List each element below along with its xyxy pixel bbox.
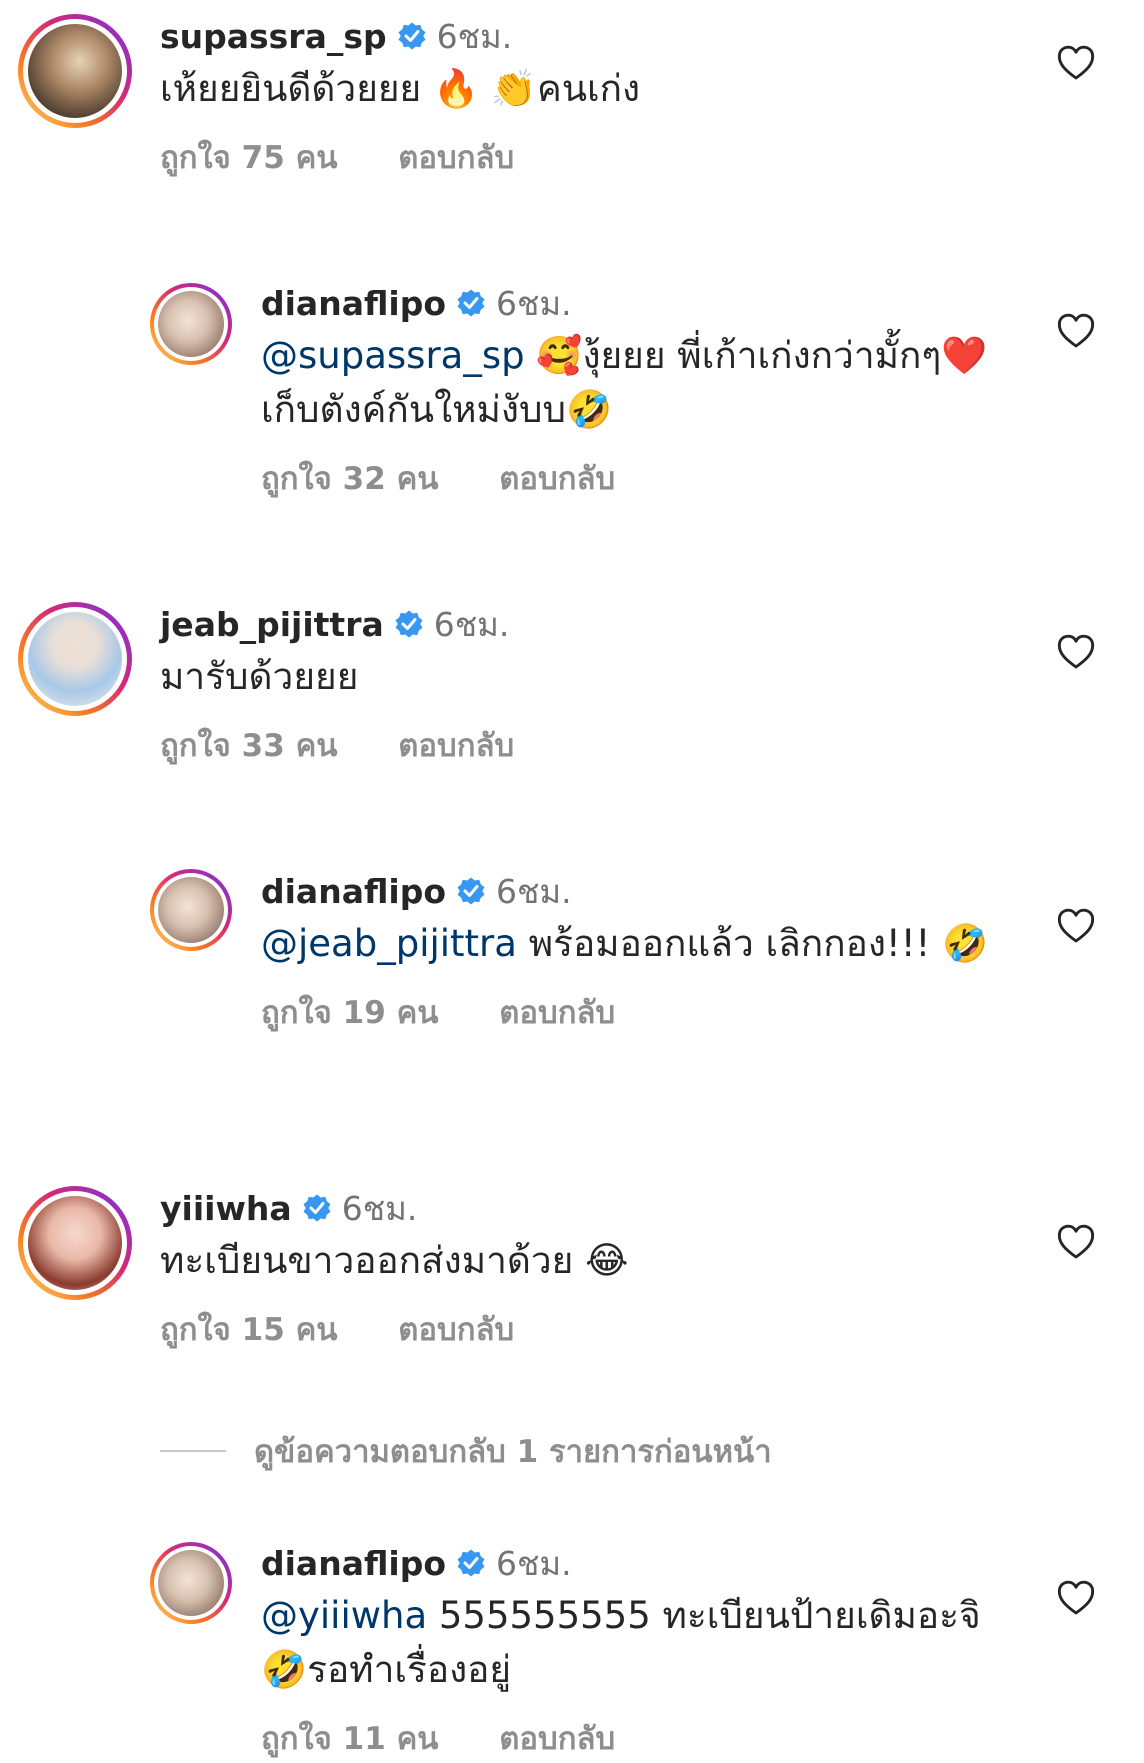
likes-count[interactable]: ถูกใจ 75 คน: [160, 140, 338, 176]
reply-button[interactable]: ตอบกลับ: [499, 995, 615, 1031]
likes-count[interactable]: ถูกใจ 15 คน: [160, 1312, 338, 1348]
rofl-emoji: 🤣: [942, 922, 989, 965]
clapping-hands-emoji: 👏: [490, 67, 537, 110]
heart-outline-icon[interactable]: [1056, 311, 1096, 351]
comment-meta: ถูกใจ 19 คน ตอบกลับ: [261, 987, 994, 1037]
verified-badge-icon: [457, 877, 485, 905]
username[interactable]: dianaflipo: [261, 872, 446, 911]
likes-count[interactable]: ถูกใจ 11 คน: [261, 1721, 439, 1757]
heart-outline-icon[interactable]: [1056, 1222, 1096, 1262]
heart-outline-icon[interactable]: [1056, 1578, 1096, 1618]
likes-count[interactable]: ถูกใจ 33 คน: [160, 728, 338, 764]
verified-badge-icon: [457, 289, 485, 317]
likes-count[interactable]: ถูกใจ 32 คน: [261, 461, 439, 497]
mention-link[interactable]: @yiiiwha: [261, 1594, 427, 1637]
timestamp: 6ชม.: [496, 871, 572, 911]
comment-meta: ถูกใจ 11 คน ตอบกลับ: [261, 1713, 994, 1763]
verified-badge-icon: [457, 1549, 485, 1577]
reply-button[interactable]: ตอบกลับ: [499, 461, 615, 497]
smiling-face-hearts-emoji: 🥰: [536, 334, 583, 377]
timestamp: 6ชม.: [496, 283, 572, 323]
rofl-emoji: 🤣: [565, 388, 613, 431]
fire-emoji: 🔥: [433, 67, 480, 110]
timestamp: 6ชม.: [436, 16, 513, 56]
likes-count[interactable]: ถูกใจ 19 คน: [261, 995, 439, 1031]
comment-text: ทะเบียนขาวออกส่งมาด้วย 😂: [160, 1239, 629, 1282]
username[interactable]: dianaflipo: [261, 284, 446, 323]
divider-line: [160, 1450, 226, 1452]
mention-link[interactable]: @supassra_sp: [261, 334, 525, 377]
view-previous-replies-label: ดูข้อความตอบกลับ 1 รายการก่อนหน้า: [254, 1434, 772, 1470]
username[interactable]: dianaflipo: [261, 1544, 446, 1583]
avatar[interactable]: [150, 1542, 232, 1624]
timestamp: 6ชม.: [341, 1188, 418, 1228]
comment-text: มารับด้วยยย: [160, 655, 359, 698]
comment-text: @jeab_pijittra พร้อมออกแล้ว เลิกกอง!!! 🤣: [261, 922, 989, 965]
verified-badge-icon: [398, 22, 426, 50]
avatar[interactable]: [150, 283, 232, 365]
comment-text: @supassra_sp 🥰งุ้ยยย พี่เก้าเก่งกว่ามั้ก…: [261, 334, 988, 431]
tears-of-joy-emoji: 😂: [585, 1239, 629, 1282]
timestamp: 6ชม.: [433, 604, 510, 644]
comment-text: @yiiiwha 555555555 ทะเบียนป้ายเดิมอะจิ🤣ร…: [261, 1594, 981, 1691]
username[interactable]: yiiiwha: [160, 1189, 292, 1228]
avatar[interactable]: [18, 14, 132, 128]
reply-button[interactable]: ตอบกลับ: [499, 1721, 615, 1757]
avatar[interactable]: [18, 1186, 132, 1300]
timestamp: 6ชม.: [496, 1543, 572, 1583]
heart-outline-icon[interactable]: [1056, 906, 1096, 946]
comment-meta: ถูกใจ 15 คน ตอบกลับ: [160, 1304, 994, 1354]
avatar[interactable]: [150, 869, 232, 951]
verified-badge-icon: [303, 1194, 331, 1222]
reply-button[interactable]: ตอบกลับ: [398, 1312, 514, 1348]
comment-meta: ถูกใจ 75 คน ตอบกลับ: [160, 132, 994, 182]
reply-button[interactable]: ตอบกลับ: [398, 140, 514, 176]
rofl-emoji: 🤣: [261, 1648, 308, 1691]
comment-text: เห้ยยยินดีด้วยยย 🔥 👏คนเก่ง: [160, 67, 641, 110]
comment-meta: ถูกใจ 32 คน ตอบกลับ: [261, 453, 994, 503]
mention-link[interactable]: @jeab_pijittra: [261, 922, 517, 965]
heart-outline-icon[interactable]: [1056, 43, 1096, 83]
view-previous-replies-button[interactable]: ดูข้อความตอบกลับ 1 รายการก่อนหน้า: [160, 1426, 772, 1476]
avatar[interactable]: [18, 602, 132, 716]
verified-badge-icon: [395, 610, 423, 638]
username[interactable]: supassra_sp: [160, 17, 387, 56]
heart-outline-icon[interactable]: [1056, 632, 1096, 672]
comment-meta: ถูกใจ 33 คน ตอบกลับ: [160, 720, 994, 770]
reply-button[interactable]: ตอบกลับ: [398, 728, 514, 764]
username[interactable]: jeab_pijittra: [160, 605, 384, 644]
red-heart-emoji: ❤️: [941, 334, 988, 377]
